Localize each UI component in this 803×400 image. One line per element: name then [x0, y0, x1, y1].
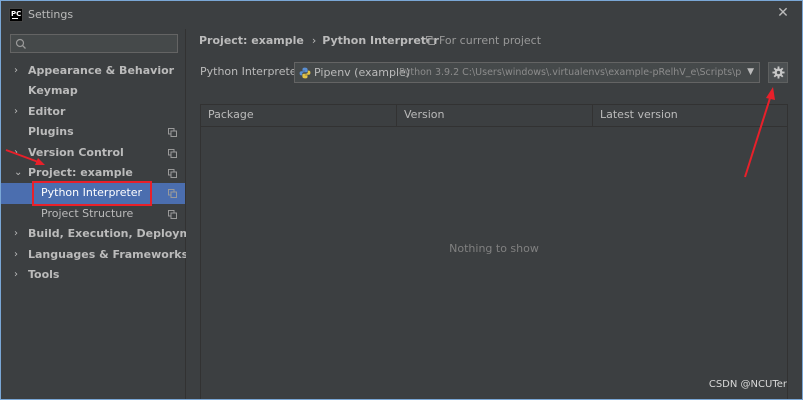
settings-window: PC Settings ✕ › Appearance & Behavior Keym… — [0, 0, 803, 400]
sidebar-item-keymap[interactable]: Keymap — [1, 81, 185, 101]
copy-icon — [168, 209, 177, 219]
chevron-right-icon[interactable]: › — [14, 265, 24, 285]
copy-icon — [426, 36, 435, 45]
breadcrumb: Project: example › Python Interpreter — [199, 34, 439, 48]
sidebar-item-label: Python Interpreter — [41, 186, 143, 200]
chevron-right-icon[interactable]: › — [14, 245, 24, 265]
sidebar-item-label: Tools — [28, 267, 60, 281]
chevron-right-icon[interactable]: › — [14, 224, 24, 244]
title-bar: PC Settings ✕ — [1, 1, 802, 29]
sidebar-item-label: Languages & Frameworks — [28, 247, 189, 261]
sidebar-item-editor[interactable]: › Editor — [1, 102, 185, 122]
interpreter-path: Python 3.9.2 C:\Users\windows\.virtualen… — [399, 67, 741, 78]
sidebar-item-label: Editor — [28, 104, 66, 118]
chevron-right-icon[interactable]: › — [14, 143, 24, 163]
copy-icon — [168, 168, 177, 178]
search-input[interactable] — [29, 36, 174, 51]
sidebar-item-python-interpreter[interactable]: Python Interpreter — [1, 183, 185, 204]
interpreter-label: Python Interpreter: — [200, 65, 305, 78]
sidebar-item-label: Keymap — [28, 84, 78, 98]
chevron-right-icon[interactable]: › — [14, 102, 24, 122]
settings-search[interactable] — [10, 34, 178, 53]
close-icon[interactable]: ✕ — [776, 6, 790, 20]
main-panel: Project: example › Python Interpreter For … — [186, 29, 802, 399]
sidebar-item-tools[interactable]: › Tools — [1, 265, 185, 285]
sidebar-item-project-structure[interactable]: Project Structure — [1, 204, 185, 224]
empty-table-message: Nothing to show — [449, 242, 539, 255]
window-title: Settings — [28, 8, 74, 21]
for-current-project-note: For current project — [426, 34, 541, 47]
interpreter-dropdown[interactable]: Pipenv (example) Python 3.9.2 C:\Users\w… — [294, 62, 760, 83]
for-current-project-text: For current project — [439, 34, 542, 47]
breadcrumb-current: Python Interpreter — [322, 34, 439, 47]
packages-table-header: Package Version Latest version — [201, 105, 787, 127]
sidebar-item-label: Plugins — [28, 125, 74, 139]
sidebar-item-build-execution-deployment[interactable]: › Build, Execution, Deployment — [1, 224, 211, 244]
copy-icon — [168, 148, 177, 158]
settings-tree: › Appearance & Behavior Keymap › Editor Plugi… — [1, 61, 211, 285]
copy-icon — [168, 189, 177, 199]
column-header-package[interactable]: Package — [201, 105, 397, 126]
sidebar-item-label: Build, Execution, Deployment — [28, 227, 212, 241]
python-icon — [299, 67, 311, 79]
sidebar-item-plugins[interactable]: Plugins — [1, 122, 185, 142]
sidebar-item-label: Appearance & Behavior — [28, 64, 175, 77]
chevron-right-icon[interactable]: › — [14, 61, 24, 81]
sidebar-item-project-example[interactable]: ⌄ Project: example — [1, 163, 185, 183]
watermark: CSDN @NCUTer — [708, 379, 787, 390]
settings-sidebar: › Appearance & Behavior Keymap › Editor Plugi… — [1, 29, 211, 399]
gear-icon — [772, 66, 785, 79]
sidebar-item-label: Project Structure — [41, 206, 134, 220]
copy-icon — [168, 128, 177, 138]
search-icon — [15, 38, 26, 49]
sidebar-item-languages-frameworks[interactable]: › Languages & Frameworks — [1, 245, 189, 265]
column-header-latest-version[interactable]: Latest version — [593, 105, 787, 126]
sidebar-item-appearance-behavior[interactable]: › Appearance & Behavior — [1, 61, 185, 81]
pycharm-logo: PC — [9, 8, 23, 22]
chevron-down-icon: ▼ — [747, 67, 754, 77]
breadcrumb-project[interactable]: Project: example — [199, 34, 304, 47]
chevron-down-icon[interactable]: ⌄ — [14, 163, 24, 183]
breadcrumb-separator: › — [311, 34, 317, 47]
packages-table: Package Version Latest version Nothing t… — [200, 104, 788, 399]
column-header-version[interactable]: Version — [397, 105, 593, 126]
sidebar-item-label: Project: example — [28, 165, 133, 179]
interpreter-name: Pipenv (example) — [314, 66, 411, 79]
sidebar-item-label: Version Control — [28, 145, 124, 159]
interpreter-settings-button[interactable] — [768, 62, 788, 83]
sidebar-item-version-control[interactable]: › Version Control — [1, 143, 185, 163]
